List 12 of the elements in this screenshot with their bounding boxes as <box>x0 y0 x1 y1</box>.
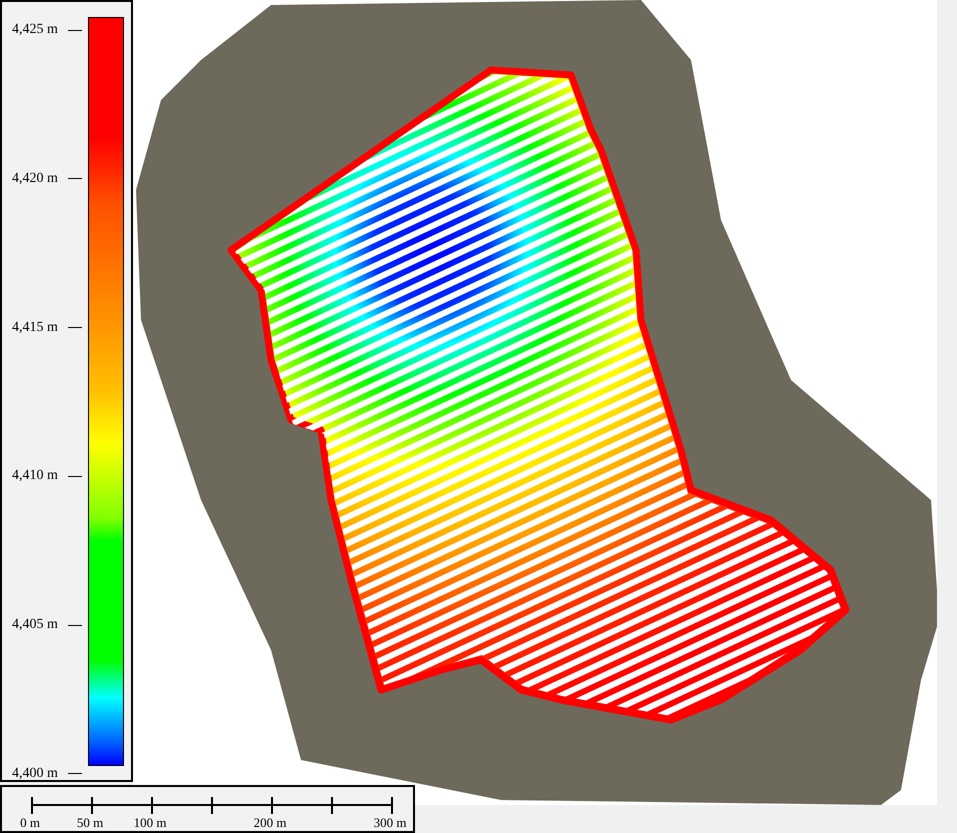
scale-bar-icon <box>29 796 395 816</box>
elevation-label: 4,415 m <box>11 318 59 337</box>
elevation-label: 4,410 m <box>11 467 59 486</box>
elevation-label: 4,400 m <box>11 764 59 783</box>
elevation-label: 4,405 m <box>11 616 59 634</box>
scale-label: 100 m <box>134 815 166 831</box>
elevation-label: 4,420 m <box>11 170 59 188</box>
elevation-label: 4,425 m <box>11 21 59 39</box>
scale-label: 50 m <box>76 815 104 831</box>
scale-label: 200 m <box>254 815 286 831</box>
scale-label: 0 m <box>20 815 40 831</box>
scale-label: 300 m <box>374 815 406 831</box>
